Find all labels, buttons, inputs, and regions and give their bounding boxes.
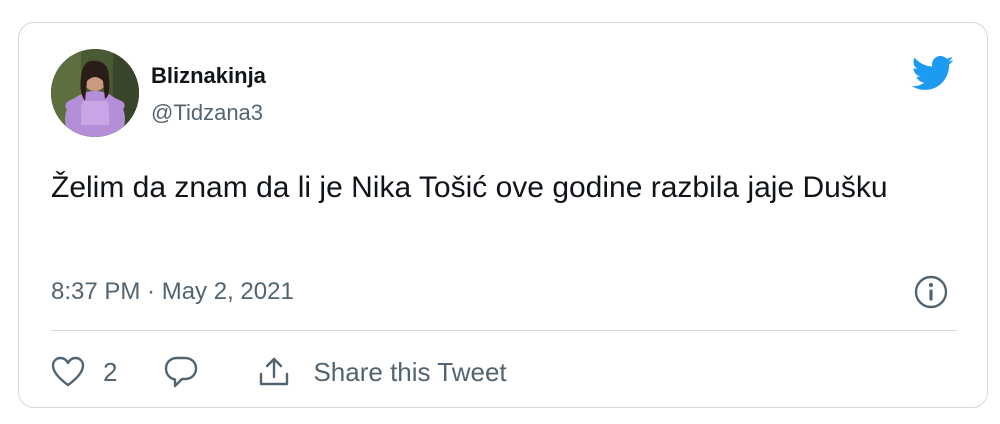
heart-icon (51, 356, 85, 387)
divider (51, 330, 957, 331)
like-count: 2 (103, 356, 118, 387)
share-label: Share this Tweet (313, 356, 507, 387)
author-handle[interactable]: @Tidzana3 (151, 100, 263, 126)
share-upload-icon (260, 357, 289, 386)
tweet-timestamp[interactable]: 8:37 PM · May 2, 2021 (51, 278, 294, 306)
avatar-image (51, 49, 139, 137)
like-button[interactable]: 2 (51, 356, 117, 388)
tweet-actions: 2 Share this Tweet (51, 350, 507, 394)
avatar[interactable] (51, 49, 139, 137)
tweet-card: Bliznakinja @Tidzana3 Želim da znam da l… (18, 22, 988, 408)
info-icon[interactable] (913, 274, 949, 310)
reply-button[interactable] (163, 355, 199, 389)
speech-bubble-icon (165, 356, 198, 388)
share-button[interactable]: Share this Tweet (257, 355, 507, 389)
twitter-bird-icon[interactable] (907, 51, 957, 95)
tweet-text: Želim da znam da li je Nika Tošić ove go… (51, 171, 888, 204)
author-display-name[interactable]: Bliznakinja (151, 63, 266, 89)
